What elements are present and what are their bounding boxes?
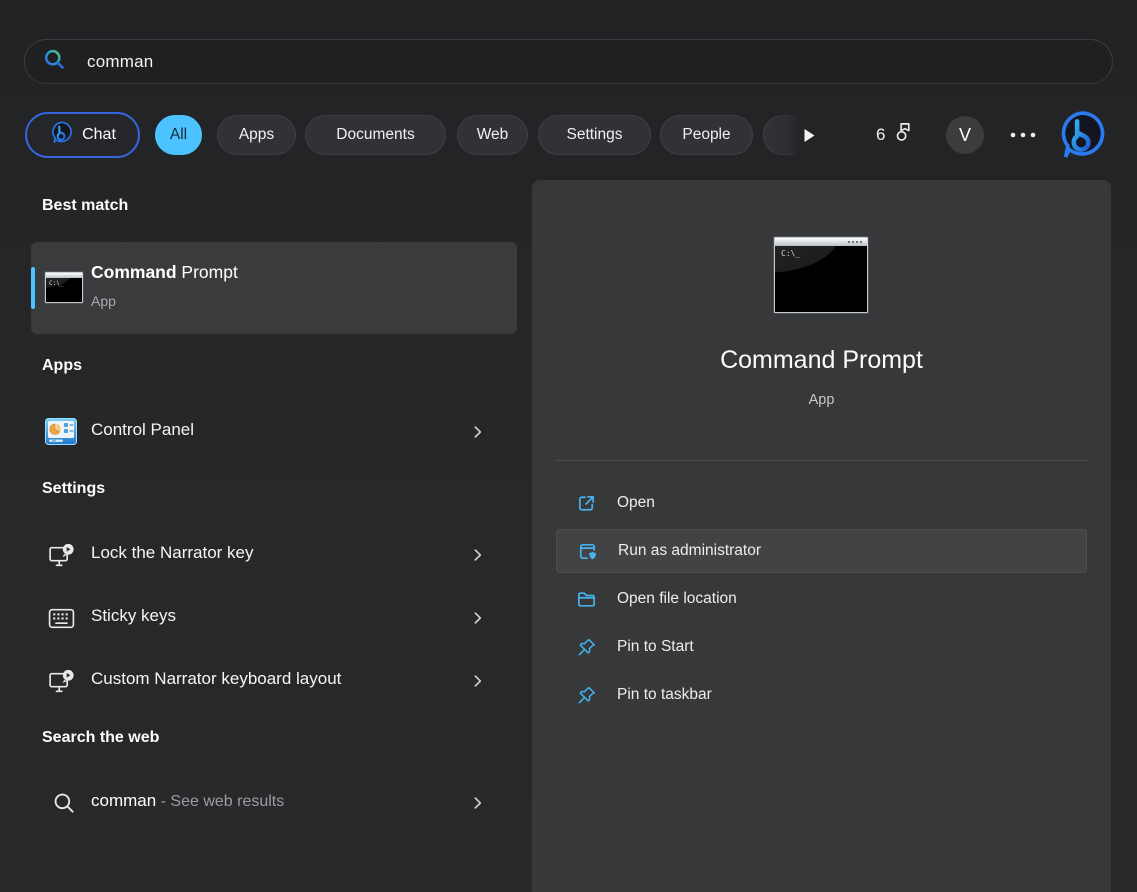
narrator-icon [47,541,76,575]
action-pin-to-taskbar[interactable]: Pin to taskbar [556,673,1087,717]
action-open-file-location[interactable]: Open file location [556,577,1087,621]
action-label: Pin to taskbar [617,686,712,704]
tab-apps[interactable]: Apps [217,115,296,155]
action-label: Pin to Start [617,638,694,656]
action-label: Open file location [617,590,737,608]
tab-settings-label: Settings [566,126,622,144]
tab-web[interactable]: Web [457,115,528,155]
result-custom-narrator-keyboard-layout[interactable]: Custom Narrator keyboard layout [31,657,517,705]
divider [556,460,1087,461]
action-run-as-administrator[interactable]: Run as administrator [556,529,1087,573]
tab-settings[interactable]: Settings [538,115,651,155]
action-pin-to-start[interactable]: Pin to Start [556,625,1087,669]
bing-logo-icon [1056,110,1108,160]
account-avatar[interactable]: V [946,116,984,154]
chevron-right-icon[interactable] [471,796,484,815]
settings-section-header: Settings [42,480,105,498]
tab-all-label: All [170,126,187,144]
result-label: Sticky keys [91,606,176,626]
rewards-medal-icon [892,121,915,149]
result-see-web-results[interactable]: comman - See web results [31,779,517,827]
tab-documents-label: Documents [336,126,414,144]
chevron-right-icon[interactable] [471,425,484,444]
result-sticky-keys[interactable]: Sticky keys [31,594,517,642]
rewards-count: 6 [876,125,885,145]
chevron-right-icon[interactable] [471,611,484,630]
control-panel-icon [45,418,77,450]
tab-apps-label: Apps [239,126,274,144]
chevron-right-icon[interactable] [471,674,484,693]
tab-all[interactable]: All [155,115,202,155]
web-result-label: comman - See web results [91,791,284,811]
tab-truncated [763,115,798,155]
keyboard-icon [47,606,76,636]
tab-people[interactable]: People [660,115,753,155]
chevron-right-icon[interactable] [471,548,484,567]
narrator-icon [47,667,76,701]
search-query-text: comman [87,52,153,72]
action-label: Open [617,494,655,512]
more-options-button[interactable] [1004,125,1042,145]
result-label: Control Panel [91,420,194,440]
tab-chat-label: Chat [82,126,116,144]
preview-subtitle: App [532,392,1111,408]
best-match-header: Best match [42,197,128,215]
tab-people-label: People [682,126,730,144]
search-web-section-header: Search the web [42,729,159,747]
command-prompt-large-icon: C:\_ [774,237,868,313]
bing-chat-button[interactable] [1056,110,1108,160]
result-label: Custom Narrator keyboard layout [91,669,341,689]
action-open[interactable]: Open [556,481,1087,525]
result-lock-narrator-key[interactable]: Lock the Narrator key [31,531,517,579]
result-type-label: App [91,293,116,309]
pushpin-icon [576,637,597,658]
tab-web-label: Web [477,126,509,144]
best-match-result-command-prompt[interactable]: C:\_ Command Prompt App [31,242,517,334]
search-input[interactable]: comman [24,39,1113,84]
preview-title: Command Prompt [532,346,1111,375]
open-external-icon [576,493,597,514]
window-shield-icon [577,541,598,562]
folder-icon [576,589,597,610]
scroll-tabs-right-icon[interactable] [801,127,817,144]
result-label: Lock the Narrator key [91,543,254,563]
result-title: Command Prompt [91,262,238,283]
avatar-initial: V [959,125,971,146]
rewards-button[interactable]: 6 [876,114,915,156]
action-label: Run as administrator [618,542,761,560]
selection-accent-bar [31,267,35,309]
tab-chat[interactable]: Chat [25,112,140,158]
bing-chat-icon [49,120,74,150]
tab-documents[interactable]: Documents [305,115,446,155]
command-prompt-icon: C:\_ [45,272,83,303]
preview-panel: C:\_ Command Prompt App Open Run as admi… [532,180,1111,892]
pushpin-icon [576,685,597,706]
ellipsis-icon [1008,131,1038,139]
apps-section-header: Apps [42,357,82,375]
search-icon [42,47,67,77]
search-plain-icon [51,790,77,821]
result-control-panel[interactable]: Control Panel [31,408,517,456]
